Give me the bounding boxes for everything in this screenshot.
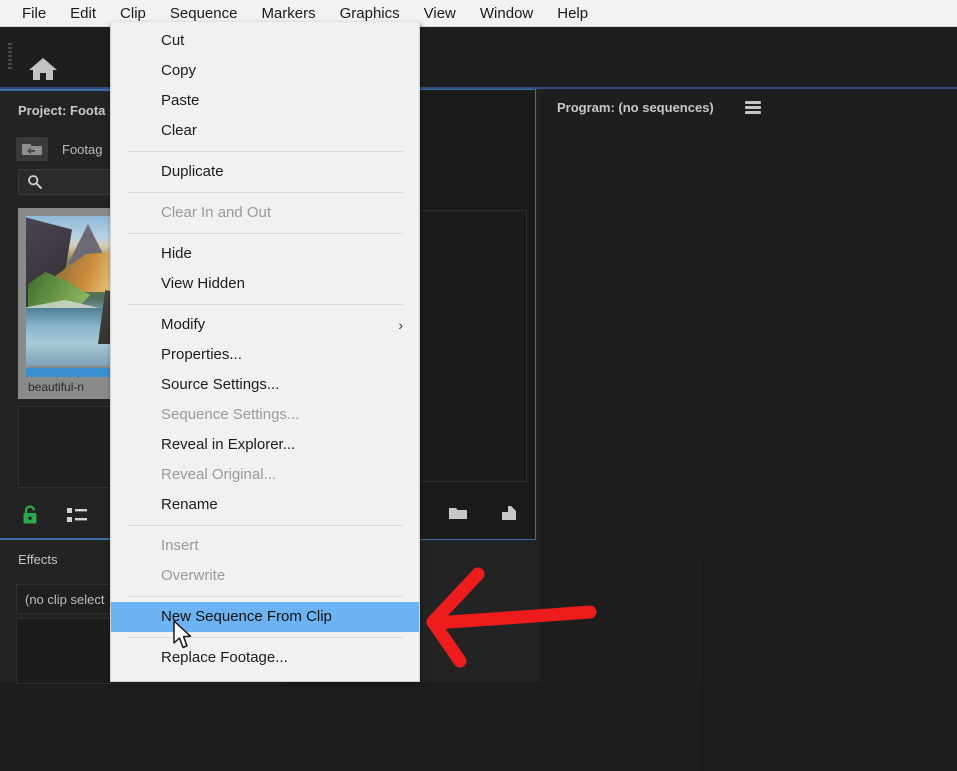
folder-icon[interactable] [447,504,469,522]
project-panel-title: Project: Foota [18,103,106,118]
menu-item-label: Overwrite [161,567,226,584]
parent-folder-icon[interactable] [16,137,48,161]
menu-item-label: Reveal in Explorer... [161,436,296,453]
menu-separator [127,304,403,305]
menu-item-modify[interactable]: Modify › [111,310,419,340]
clip-name-label: beautiful-n [28,380,85,394]
menu-item-rename[interactable]: Rename [111,490,419,520]
clip-progress-bar [26,368,122,377]
program-monitor-panel[interactable]: Program: (no sequences) [540,89,957,771]
menubar-item-file[interactable]: File [10,0,58,27]
chevron-right-icon: › [398,317,403,333]
menu-item-hide[interactable]: Hide [111,239,419,269]
menu-item-new-sequence-from-clip[interactable]: New Sequence From Clip [111,602,419,632]
new-item-icon[interactable] [499,503,519,523]
menu-item-replace-footage[interactable]: Replace Footage... [111,643,419,673]
menu-item-label: Copy [161,62,197,79]
menubar-item-window[interactable]: Window [468,0,545,27]
menu-item-label: Duplicate [161,163,224,180]
menu-separator [127,192,403,193]
menu-item-label: Sequence Settings... [161,406,300,423]
home-icon[interactable] [26,52,60,86]
breadcrumb[interactable]: Footag [16,137,102,161]
menu-separator [127,233,403,234]
effects-panel-title: Effects [18,552,58,567]
lock-open-icon[interactable] [20,504,40,526]
menu-item-label: Replace Footage... [161,649,288,666]
program-panel-title: Program: (no sequences) [557,100,714,115]
list-view-icon[interactable] [66,506,88,524]
menu-item-source-settings[interactable]: Source Settings... [111,370,419,400]
menu-item-label: View Hidden [161,275,245,292]
menubar-item-view[interactable]: View [412,0,468,27]
menu-item-label: Modify [161,316,206,333]
menu-item-label: Insert [161,537,199,554]
menu-item-label: Cut [161,32,185,49]
menu-item-paste[interactable]: Paste [111,86,419,116]
menu-separator [127,151,403,152]
menu-item-label: Clear [161,122,197,139]
menubar-item-edit[interactable]: Edit [58,0,108,27]
menu-item-clear[interactable]: Clear [111,116,419,146]
premiere-pro-window: Program: (no sequences) Project: Foota F… [0,0,957,771]
menu-item-clear-in-and-out: Clear In and Out [111,198,419,228]
menu-item-cut[interactable]: Cut [111,26,419,56]
menu-item-reveal-original: Reveal Original... [111,460,419,490]
parent-folder-glyph [22,144,42,155]
menu-item-copy[interactable]: Copy [111,56,419,86]
menubar-item-help[interactable]: Help [545,0,600,27]
menu-item-label: Hide [161,245,192,262]
menu-item-properties[interactable]: Properties... [111,340,419,370]
clip-thumbnail [26,216,122,366]
menu-separator [127,525,403,526]
menu-item-view-hidden[interactable]: View Hidden [111,269,419,299]
menu-item-label: Reveal Original... [161,466,277,483]
menu-separator [127,637,403,638]
clip-dropdown-menu[interactable]: Cut Copy Paste Clear Duplicate Clear In and O… [110,22,420,682]
menu-item-label: Source Settings... [161,376,280,393]
menu-item-insert: Insert [111,531,419,561]
menu-item-label: New Sequence From Clip [161,608,332,625]
menu-item-label: Rename [161,496,218,513]
menu-item-reveal-in-explorer[interactable]: Reveal in Explorer... [111,430,419,460]
menu-item-overwrite: Overwrite [111,561,419,591]
menu-item-sequence-settings: Sequence Settings... [111,400,419,430]
menu-item-duplicate[interactable]: Duplicate [111,157,419,187]
breadcrumb-label: Footag [62,141,103,157]
hamburger-menu-icon[interactable] [745,101,761,114]
menu-item-link-media[interactable]: Link Media [111,673,419,681]
menu-item-label: Paste [161,92,200,109]
panel-divider [702,559,703,771]
menu-item-label: Clear In and Out [161,204,272,221]
search-icon [27,174,43,190]
menu-separator [127,596,403,597]
drag-handle[interactable] [8,43,12,71]
menu-item-label: Properties... [161,346,242,363]
